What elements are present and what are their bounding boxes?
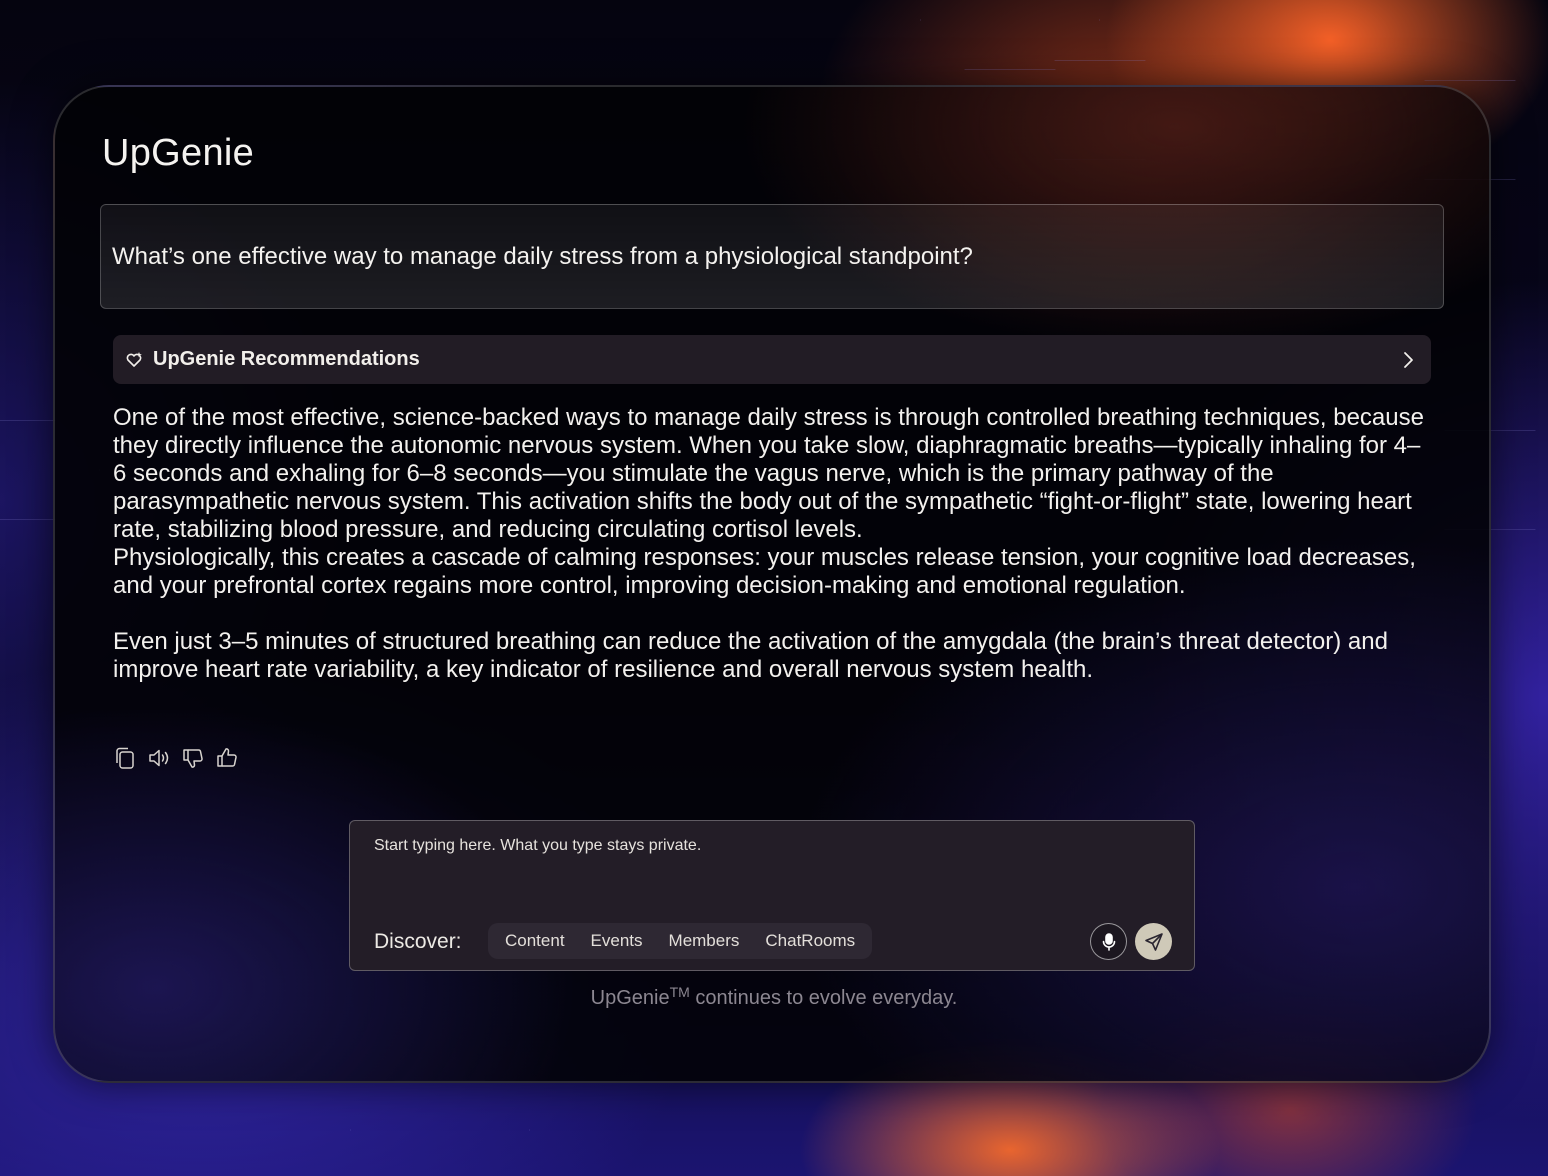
send-button[interactable] <box>1135 923 1172 960</box>
trademark-mark: TM <box>669 984 690 1000</box>
question-box: What’s one effective way to manage daily… <box>100 204 1444 309</box>
discover-chips: Content Events Members ChatRooms <box>488 923 873 959</box>
chip-content[interactable]: Content <box>492 923 578 959</box>
message-input[interactable] <box>374 837 1164 897</box>
answer-paragraph: Even just 3–5 minutes of structured brea… <box>113 628 1388 683</box>
sparkle-heart-icon <box>125 351 143 369</box>
chip-events[interactable]: Events <box>578 923 656 959</box>
chip-chatrooms[interactable]: ChatRooms <box>752 923 868 959</box>
send-icon <box>1144 932 1163 951</box>
answer-text: One of the most effective, science-backe… <box>113 404 1433 684</box>
answer-paragraph: One of the most effective, science-backe… <box>113 404 1424 543</box>
recommendations-label: UpGenie Recommendations <box>153 348 420 370</box>
footer-text: continues to evolve everyday. <box>689 987 958 1009</box>
question-text: What’s one effective way to manage daily… <box>112 242 973 270</box>
microphone-button[interactable] <box>1090 923 1127 960</box>
microphone-icon <box>1102 932 1115 951</box>
copy-icon[interactable] <box>113 746 137 770</box>
speaker-icon[interactable] <box>147 746 171 770</box>
footer-brand: UpGenie <box>590 987 670 1009</box>
response-actions <box>113 746 239 770</box>
chevron-right-icon[interactable] <box>1399 351 1417 369</box>
answer-paragraph: Physiologically, this creates a cascade … <box>113 544 1416 599</box>
chip-members[interactable]: Members <box>656 923 753 959</box>
footer-note: UpGenieTM continues to evolve everyday. <box>0 984 1548 1010</box>
message-composer: Discover: Content Events Members ChatRoo… <box>349 820 1195 971</box>
hex-decoration <box>920 0 1100 70</box>
app-title: UpGenie <box>102 132 255 174</box>
hex-decoration <box>350 1080 530 1176</box>
thumbs-up-icon[interactable] <box>215 746 239 770</box>
thumbs-down-icon[interactable] <box>181 746 205 770</box>
discover-label: Discover: <box>374 930 462 953</box>
recommendations-bar[interactable]: UpGenie Recommendations <box>113 335 1431 384</box>
